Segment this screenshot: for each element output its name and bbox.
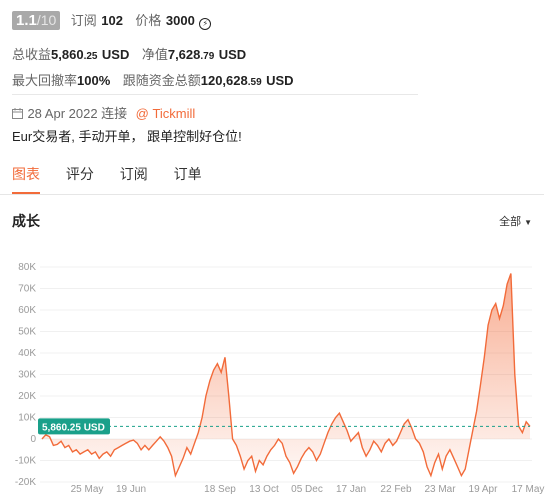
net-unit: USD [218, 47, 247, 62]
growth-chart: 80K 70K 60K 50K 40K 30K 20K 10K 0 -10K -20K 25 May… [15, 262, 545, 495]
y-tick-label: 50K [18, 327, 36, 338]
tab-orders[interactable]: 订单 [174, 164, 202, 192]
period-filter-label: 全部 [499, 216, 522, 228]
period-filter-dropdown[interactable]: 全部 ▼ [499, 213, 532, 229]
header-row: 1.1/10 订阅 102 价格 3000 ⚡ [12, 10, 212, 30]
subscriptions-label: 订阅 [70, 13, 97, 28]
y-tick-label: 20K [18, 391, 36, 402]
y-tick-label: 10K [18, 413, 36, 424]
x-tick-label: 22 Feb [380, 484, 412, 495]
divider [12, 94, 418, 95]
current-value-label: 5,860.25 USD [42, 422, 105, 433]
tab-chart[interactable]: 图表 [12, 164, 40, 194]
calendar-icon [12, 108, 23, 119]
price-value: 3000 [165, 13, 195, 28]
total-profit-main: 5,860 [51, 47, 84, 62]
strategy-description: Eur交易者, 手动开单， 跟单控制好仓位! [12, 129, 242, 144]
follow-funds-main: 120,628 [200, 73, 248, 88]
y-tick-label: 80K [18, 262, 36, 273]
rating-value: 1.1 [16, 12, 37, 29]
net-label: 净值 [141, 47, 168, 62]
y-tick-label: 0 [30, 434, 36, 445]
y-tick-label: 40K [18, 348, 36, 359]
x-tick-label: 13 Oct [249, 484, 279, 495]
follow-funds-unit: USD [266, 73, 294, 88]
connect-date: 28 Apr 2022 连接 [27, 106, 128, 121]
stats-row-2: 最大回撤率100% 跟随资金总额120,628.59 USD [12, 70, 294, 90]
follow-funds-label: 跟随资金总额 [122, 73, 201, 88]
x-tick-label: 17 Jan [336, 484, 366, 495]
x-tick-label: 23 Mar [424, 484, 456, 495]
x-tick-label: 05 Dec [291, 484, 323, 495]
drawdown-label: 最大回撤率 [12, 73, 78, 88]
tab-subscribe[interactable]: 订阅 [120, 164, 148, 192]
y-tick-label: -20K [15, 477, 36, 488]
x-axis-labels: 25 May 19 Jun 18 Sep 13 Oct 05 Dec 17 Jan 22 F… [71, 484, 545, 495]
tab-rating[interactable]: 评分 [66, 164, 94, 192]
broker-link[interactable]: @ Tickmill [136, 106, 196, 121]
x-tick-label: 19 Jun [116, 484, 146, 495]
tab-divider [0, 194, 544, 195]
stats-row-1: 总收益5,860.25 USD 净值7,628.79 USD [12, 44, 246, 64]
total-profit-label: 总收益 [12, 47, 52, 62]
lightning-coin-icon: ⚡ [199, 18, 212, 30]
y-tick-label: 30K [18, 370, 36, 381]
total-profit-unit: USD [101, 47, 130, 62]
drawdown-value: 100% [77, 73, 111, 88]
price-label: 价格 [135, 13, 162, 28]
rating-badge: 1.1/10 [12, 11, 61, 30]
caret-down-icon: ▼ [524, 218, 532, 227]
current-value-tag: 5,860.25 USD [38, 418, 110, 435]
section-title: 成长 [12, 213, 40, 229]
net-main: 7,628 [167, 47, 201, 62]
y-tick-label: -10K [15, 456, 36, 467]
meta-row: 28 Apr 2022 连接 @ Tickmill [12, 103, 195, 123]
x-tick-label: 17 May [512, 484, 545, 495]
y-tick-label: 60K [18, 305, 36, 316]
y-axis-labels: 80K 70K 60K 50K 40K 30K 20K 10K 0 -10K -20K [15, 262, 37, 488]
follow-funds-decimals: .59 [247, 77, 262, 88]
tab-bar: 图表 评分 订阅 订单 [12, 164, 224, 194]
total-profit-decimals: .25 [83, 51, 98, 62]
rating-max: /10 [36, 12, 57, 28]
x-tick-label: 19 Apr [469, 484, 499, 495]
net-decimals: .79 [200, 51, 215, 62]
y-tick-label: 70K [18, 284, 36, 295]
subscriptions-value: 102 [101, 13, 123, 28]
x-tick-label: 18 Sep [204, 484, 236, 495]
x-tick-label: 25 May [71, 484, 104, 495]
